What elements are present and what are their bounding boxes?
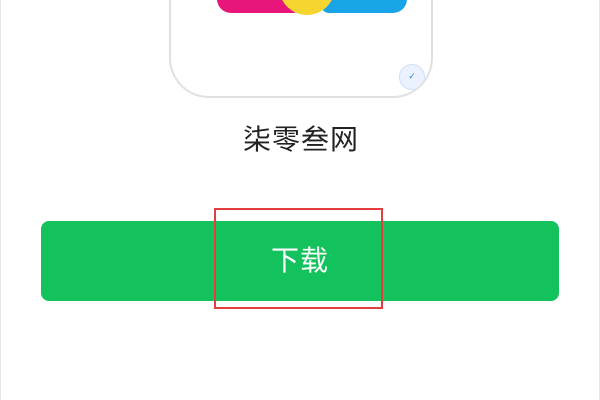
app-logo-icon: ✓ xyxy=(169,0,433,98)
corner-badge-icon: ✓ xyxy=(399,64,425,90)
download-button[interactable]: 下载 xyxy=(41,221,559,301)
app-name: 柒零叁网 xyxy=(242,123,359,156)
logo-blue-segment xyxy=(321,0,407,13)
app-download-screen: ✓ 柒零叁网 下载 xyxy=(0,0,600,400)
